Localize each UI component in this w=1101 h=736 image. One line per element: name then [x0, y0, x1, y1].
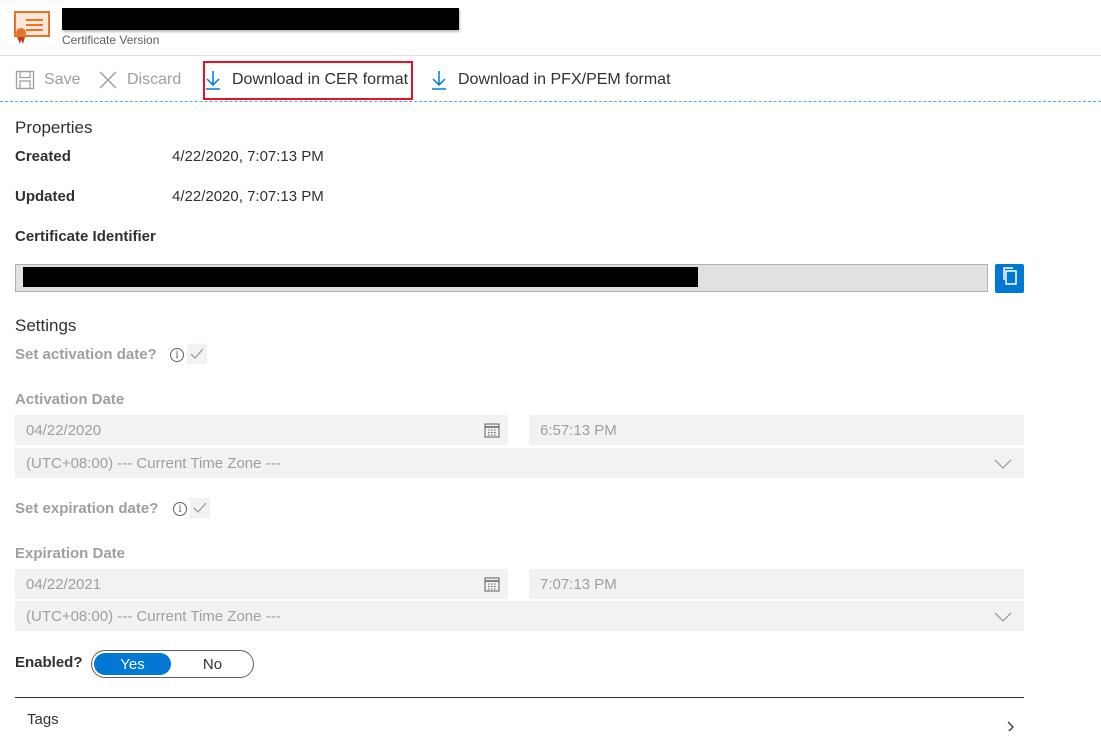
- certificate-icon: [14, 10, 50, 46]
- save-label: Save: [44, 71, 81, 88]
- expiration-timezone-dropdown[interactable]: (UTC+08:00) --- Current Time Zone ---: [15, 601, 1024, 631]
- set-expiration-checkbox[interactable]: [190, 498, 210, 518]
- expiration-date-input[interactable]: 04/22/2021: [15, 569, 508, 599]
- set-activation-label: Set activation date?: [15, 346, 157, 363]
- expiration-date-label: Expiration Date: [15, 545, 126, 562]
- activation-timezone-value: (UTC+08:00) --- Current Time Zone ---: [26, 454, 281, 472]
- activation-time-value: 6:57:13 PM: [540, 421, 617, 439]
- discard-button[interactable]: Discard: [97, 64, 181, 96]
- download-pfx-label: Download in PFX/PEM format: [458, 71, 671, 88]
- expiration-time-value: 7:07:13 PM: [540, 575, 617, 593]
- created-value: 4/22/2020, 7:07:13 PM: [172, 148, 324, 165]
- info-icon[interactable]: i: [173, 502, 187, 516]
- expiration-timezone-value: (UTC+08:00) --- Current Time Zone ---: [26, 607, 281, 625]
- info-icon[interactable]: i: [170, 348, 184, 362]
- save-icon: [14, 69, 36, 91]
- activation-date-label: Activation Date: [15, 391, 125, 408]
- expiration-time-input[interactable]: 7:07:13 PM: [529, 569, 1024, 599]
- discard-label: Discard: [127, 71, 182, 88]
- chevron-right-icon[interactable]: [1006, 718, 1016, 736]
- download-icon: [428, 69, 450, 91]
- toolbar-divider: [0, 101, 1101, 102]
- save-button[interactable]: Save: [14, 64, 80, 96]
- redacted-identifier: [23, 267, 698, 287]
- certificate-identifier-label: Certificate Identifier: [15, 228, 156, 245]
- activation-date-input[interactable]: 04/22/2020: [15, 415, 508, 445]
- calendar-icon: [484, 422, 500, 438]
- updated-label: Updated: [15, 188, 75, 205]
- properties-heading: Properties: [15, 118, 93, 137]
- expiration-date-value: 04/22/2021: [26, 575, 102, 593]
- tags-section-header[interactable]: Tags: [27, 711, 59, 728]
- download-pfx-button[interactable]: Download in PFX/PEM format: [428, 64, 671, 96]
- set-expiration-label: Set expiration date?: [15, 500, 159, 517]
- redacted-title: [62, 8, 459, 30]
- close-icon: [97, 69, 119, 91]
- enabled-label: Enabled?: [15, 654, 83, 671]
- chevron-down-icon: [994, 457, 1012, 469]
- toggle-no-option[interactable]: No: [172, 653, 253, 675]
- settings-heading: Settings: [15, 316, 77, 335]
- copy-icon: [1001, 266, 1019, 291]
- copy-button[interactable]: [995, 264, 1024, 293]
- activation-timezone-dropdown[interactable]: (UTC+08:00) --- Current Time Zone ---: [15, 448, 1024, 478]
- set-activation-checkbox[interactable]: [187, 344, 207, 364]
- activation-date-value: 04/22/2020: [26, 421, 102, 439]
- toggle-yes-option[interactable]: Yes: [94, 653, 171, 675]
- activation-time-input[interactable]: 6:57:13 PM: [529, 415, 1024, 445]
- updated-value: 4/22/2020, 7:07:13 PM: [172, 188, 324, 205]
- enabled-toggle[interactable]: Yes No: [91, 650, 254, 678]
- tags-divider: [15, 697, 1024, 698]
- calendar-icon: [484, 576, 500, 592]
- page-subtitle: Certificate Version: [62, 33, 160, 47]
- created-label: Created: [15, 148, 71, 165]
- download-cer-highlight: [203, 61, 413, 100]
- header-divider: [0, 55, 1101, 56]
- chevron-down-icon: [994, 610, 1012, 622]
